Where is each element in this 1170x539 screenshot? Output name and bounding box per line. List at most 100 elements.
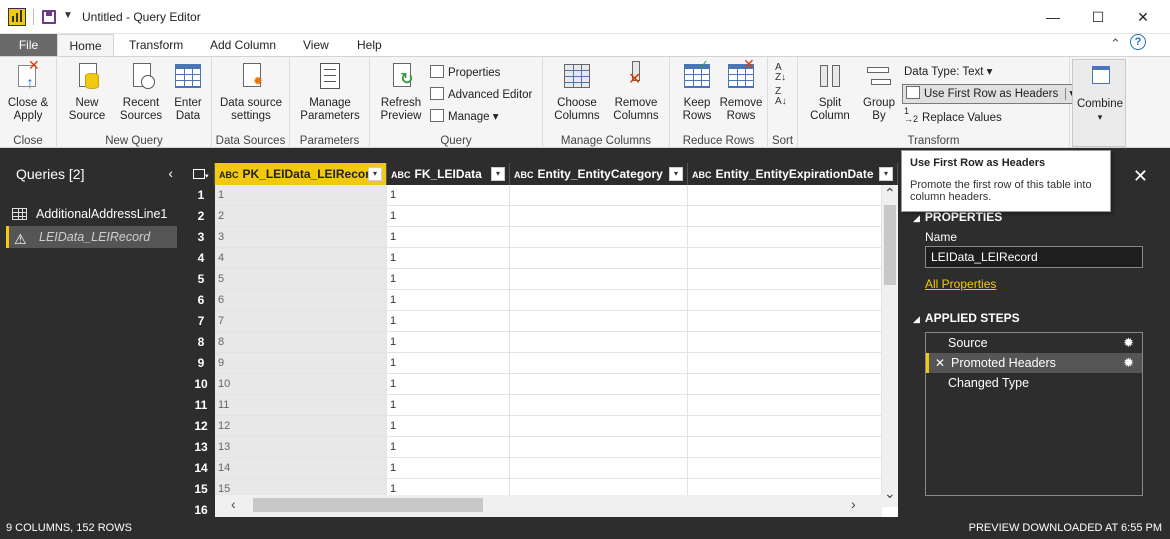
table-cell[interactable] [688, 458, 882, 479]
filter-dropdown-icon[interactable]: ▾ [879, 167, 893, 181]
table-cell[interactable] [688, 374, 882, 395]
scroll-right-icon[interactable]: › [851, 496, 856, 512]
query-item-selected[interactable]: ⚠ LEIData_LEIRecord [6, 226, 177, 248]
recent-sources-button[interactable]: Recent Sources [113, 61, 169, 123]
row-number[interactable]: 14 [187, 458, 215, 479]
table-cell[interactable] [688, 311, 882, 332]
properties-button[interactable]: Properties [430, 64, 500, 82]
tab-home[interactable]: Home [57, 34, 114, 56]
gear-icon[interactable]: ✹ [1123, 333, 1134, 353]
step-item[interactable]: Source ✹ [926, 333, 1142, 353]
all-properties-link[interactable]: All Properties [925, 277, 996, 291]
table-cell[interactable] [510, 437, 688, 458]
column-header-pk-leidata[interactable]: ABC PK_LEIData_LEIRecord ▾ [215, 163, 387, 185]
table-cell[interactable]: 7 [215, 311, 387, 332]
query-item[interactable]: AdditionalAddressLine1 [6, 203, 177, 225]
table-cell[interactable] [510, 248, 688, 269]
table-cell[interactable]: 14 [215, 458, 387, 479]
choose-columns-button[interactable]: Choose Columns [548, 61, 606, 123]
table-cell[interactable] [510, 227, 688, 248]
table-cell[interactable]: 1 [387, 416, 510, 437]
horizontal-scroll-thumb[interactable] [253, 498, 483, 512]
combine-button[interactable]: Combine ▾ [1075, 62, 1125, 124]
row-number[interactable]: 7 [187, 311, 215, 332]
delete-step-icon[interactable]: ✕ [935, 353, 945, 373]
refresh-preview-button[interactable]: ↻ Refresh Preview [374, 61, 428, 123]
data-type-dropdown[interactable]: Data Type: Text ▾ [904, 63, 992, 81]
row-number[interactable]: 1 [187, 185, 215, 206]
table-cell[interactable] [510, 185, 688, 206]
table-cell[interactable]: 11 [215, 395, 387, 416]
tab-transform[interactable]: Transform [117, 34, 195, 56]
table-cell[interactable]: 13 [215, 437, 387, 458]
vertical-scrollbar[interactable]: ⌃ ⌄ [882, 185, 898, 507]
scroll-up-icon[interactable]: ⌃ [884, 185, 896, 202]
filter-dropdown-icon[interactable]: ▾ [669, 167, 683, 181]
table-cell[interactable]: 1 [387, 395, 510, 416]
tab-add-column[interactable]: Add Column [198, 34, 288, 56]
table-cell[interactable] [510, 269, 688, 290]
table-cell[interactable]: 8 [215, 332, 387, 353]
close-apply-button[interactable]: ✕ ↑ Close & Apply [6, 58, 50, 123]
tab-help[interactable]: Help [345, 34, 394, 56]
table-cell[interactable] [688, 332, 882, 353]
query-name-input[interactable] [925, 246, 1143, 268]
table-cell[interactable] [688, 269, 882, 290]
step-item-selected[interactable]: ✕ Promoted Headers ✹ [926, 353, 1142, 373]
collapse-ribbon-icon[interactable]: ⌃ [1110, 36, 1121, 52]
table-cell[interactable]: 6 [215, 290, 387, 311]
sort-descending-icon[interactable]: Z A↓ [775, 87, 787, 107]
manage-button[interactable]: Manage ▾ [430, 108, 499, 126]
table-cell[interactable]: 9 [215, 353, 387, 374]
keep-rows-button[interactable]: ✓ Keep Rows [674, 59, 720, 123]
table-cell[interactable] [688, 353, 882, 374]
table-cell[interactable]: 1 [387, 227, 510, 248]
table-cell[interactable] [688, 185, 882, 206]
table-cell[interactable]: 1 [387, 185, 510, 206]
table-menu-icon[interactable]: ▾ [187, 163, 215, 185]
row-number[interactable]: 4 [187, 248, 215, 269]
table-cell[interactable] [510, 374, 688, 395]
group-by-button[interactable]: Group By [858, 61, 900, 123]
advanced-editor-button[interactable]: Advanced Editor [430, 86, 532, 104]
table-cell[interactable]: 1 [387, 437, 510, 458]
column-header-entity-category[interactable]: ABC Entity_EntityCategory ▾ [510, 163, 688, 185]
text-type-icon[interactable]: ABC [391, 170, 411, 180]
text-type-icon[interactable]: ABC [692, 170, 712, 180]
vertical-scroll-thumb[interactable] [884, 205, 896, 285]
table-cell[interactable]: 5 [215, 269, 387, 290]
row-number[interactable]: 16 [187, 500, 215, 517]
tab-view[interactable]: View [291, 34, 341, 56]
replace-values-button[interactable]: 1 →2 Replace Values [904, 107, 1002, 125]
table-cell[interactable] [688, 395, 882, 416]
remove-columns-button[interactable]: ✕ Remove Columns [607, 61, 665, 123]
tab-file[interactable]: File [0, 34, 57, 56]
table-cell[interactable]: 1 [387, 269, 510, 290]
row-number[interactable]: 3 [187, 227, 215, 248]
table-cell[interactable]: 1 [387, 374, 510, 395]
column-header-entity-expiration-date[interactable]: ABC Entity_EntityExpirationDate ▾ [688, 163, 898, 185]
text-type-icon[interactable]: ABC [514, 170, 534, 180]
table-cell[interactable] [510, 311, 688, 332]
table-cell[interactable] [510, 458, 688, 479]
table-cell[interactable] [688, 206, 882, 227]
table-cell[interactable] [688, 227, 882, 248]
table-cell[interactable] [688, 290, 882, 311]
new-source-button[interactable]: New Source [63, 61, 111, 123]
properties-section-header[interactable]: ◢ PROPERTIES [913, 210, 1002, 224]
table-cell[interactable]: 3 [215, 227, 387, 248]
table-cell[interactable] [688, 416, 882, 437]
row-number[interactable]: 15 [187, 479, 215, 500]
row-number[interactable]: 13 [187, 437, 215, 458]
minimize-button[interactable]: — [1030, 5, 1076, 29]
remove-rows-button[interactable]: ✕ Remove Rows [718, 57, 764, 123]
row-number[interactable]: 8 [187, 332, 215, 353]
row-number[interactable]: 10 [187, 374, 215, 395]
table-cell[interactable]: 1 [387, 206, 510, 227]
row-number[interactable]: 12 [187, 416, 215, 437]
enter-data-button[interactable]: Enter Data [167, 61, 209, 123]
table-cell[interactable]: 1 [387, 311, 510, 332]
table-cell[interactable] [510, 332, 688, 353]
table-cell[interactable]: 2 [215, 206, 387, 227]
scroll-down-icon[interactable]: ⌄ [884, 485, 896, 502]
